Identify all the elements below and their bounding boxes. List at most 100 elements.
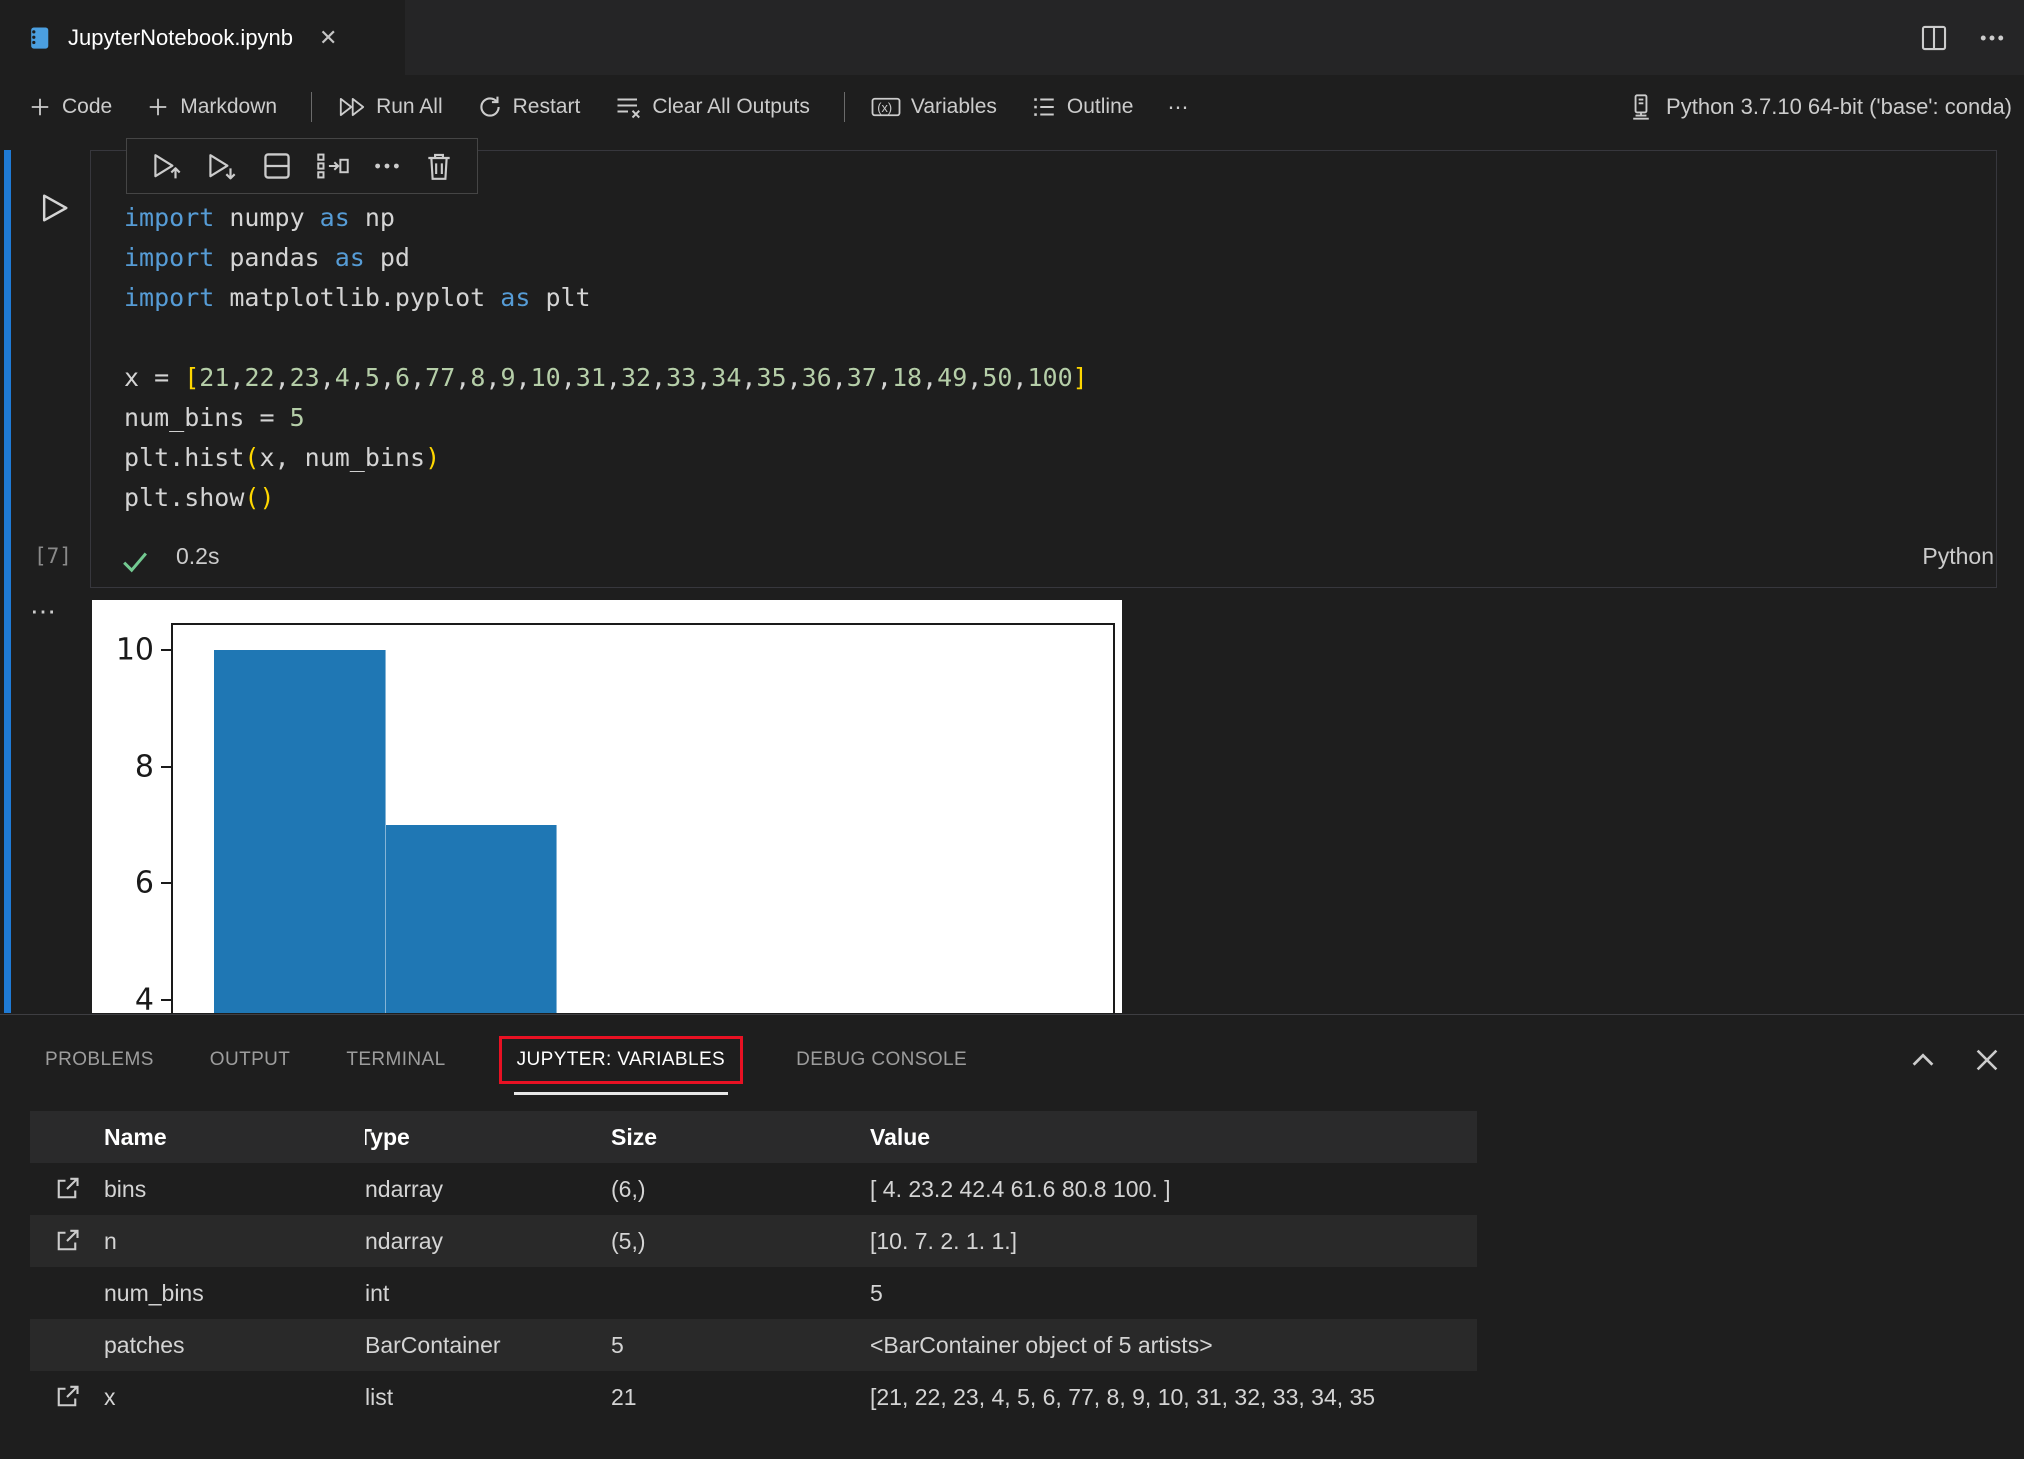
y-tick-mark (161, 998, 171, 1001)
column-header-name[interactable]: Name (104, 1124, 365, 1151)
panel-tab-problems[interactable]: PROBLEMS (45, 1049, 154, 1071)
run-all-button[interactable]: Run All (338, 95, 443, 119)
code-line[interactable]: plt.hist(x, num_bins) (124, 438, 1088, 478)
tab-close-button[interactable]: ✕ (319, 25, 337, 51)
code-line[interactable]: plt.show() (124, 478, 1088, 518)
editor-actions (1920, 0, 2006, 75)
variables-table-body: bins ndarray (6,) [ 4. 23.2 42.4 61.6 80.8 … (30, 1163, 1477, 1423)
add-markdown-label: Markdown (180, 95, 278, 118)
close-panel-button[interactable] (1972, 1045, 2002, 1075)
variables-button[interactable]: (x) Variables (871, 95, 997, 119)
output-more-actions-button[interactable]: ⋯ (30, 596, 58, 627)
y-tick-mark (161, 765, 171, 768)
open-in-data-viewer-button[interactable] (30, 1382, 104, 1412)
panel-actions (1908, 1015, 2002, 1105)
panel-tabs: PROBLEMS OUTPUT TERMINAL JUPYTER: VARIABLES… (45, 1015, 967, 1105)
active-tab-underline (513, 1092, 729, 1095)
panel-tab-debug-console[interactable]: DEBUG CONSOLE (796, 1049, 967, 1071)
variable-type: int (365, 1279, 390, 1306)
restart-label: Restart (512, 95, 581, 118)
panel-tab-output[interactable]: OUTPUT (210, 1049, 291, 1071)
outline-button[interactable]: Outline (1031, 95, 1133, 119)
cell-more-actions-button[interactable] (372, 151, 402, 181)
toolbar-more-button[interactable]: ⋯ (1167, 95, 1188, 120)
variable-value: [ 4. 23.2 42.4 61.6 80.8 100. ] (870, 1175, 1171, 1202)
cell-language-picker[interactable]: Python (1922, 543, 1994, 570)
execute-above-cells-button[interactable] (150, 149, 184, 183)
code-lines[interactable]: import numpy as np import pandas as pd imp… (124, 198, 1088, 518)
variable-name: bins (104, 1175, 147, 1202)
variable-type: list (365, 1383, 394, 1410)
open-in-data-viewer-button[interactable] (30, 1226, 104, 1256)
toolbar-separator (843, 92, 845, 122)
maximize-panel-button[interactable] (1908, 1045, 1938, 1075)
restart-icon (477, 94, 503, 120)
y-tick-label: 6 (134, 865, 154, 901)
open-in-data-viewer-button[interactable] (30, 1174, 104, 1204)
variable-row-n[interactable]: n ndarray (5,) [10. 7. 2. 1. 1.] (30, 1215, 1477, 1267)
kernel-icon (1628, 93, 1654, 121)
vscode-window: JupyterNotebook.ipynb ✕ Code Markdown Ru… (0, 0, 2024, 1459)
variable-type: ndarray (365, 1175, 443, 1202)
toolbar-separator (311, 92, 313, 122)
tab-jupyternotebook[interactable]: JupyterNotebook.ipynb ✕ (0, 0, 405, 75)
clear-all-outputs-button[interactable]: Clear All Outputs (614, 95, 810, 119)
variable-size: (5,) (611, 1227, 646, 1254)
cell-status-bar: [7] 0.2s Python (0, 538, 2024, 582)
clear-outputs-label: Clear All Outputs (652, 95, 810, 118)
more-actions-button[interactable] (1978, 24, 2006, 52)
split-cell-button[interactable] (261, 150, 293, 182)
variables-table-header: Name ▲Type Size Value (30, 1111, 1477, 1163)
bottom-panel: PROBLEMS OUTPUT TERMINAL JUPYTER: VARIABLES… (0, 1014, 2024, 1459)
variable-size: 5 (611, 1331, 624, 1358)
variable-row-patches[interactable]: patches BarContainer 5 <BarContainer object… (30, 1319, 1477, 1371)
add-code-cell-button[interactable]: Code (28, 95, 112, 119)
execution-duration: 0.2s (176, 543, 220, 569)
execute-cell-and-below-button[interactable] (205, 149, 239, 183)
tab-bar: JupyterNotebook.ipynb ✕ (0, 0, 2024, 75)
split-editor-button[interactable] (1920, 24, 1948, 52)
convert-cell-button[interactable] (315, 151, 351, 181)
notebook-file-icon (26, 25, 52, 51)
variable-name: patches (104, 1331, 185, 1358)
execution-count: [7] (34, 544, 72, 568)
y-tick-label: 8 (134, 749, 154, 785)
clear-outputs-icon (614, 95, 642, 119)
code-line[interactable]: x = [21,22,23,4,5,6,77,8,9,10,31,32,33,3… (124, 358, 1088, 398)
delete-cell-button[interactable] (424, 150, 454, 182)
variable-row-x[interactable]: x list 21 [21, 22, 23, 4, 5, 6, 77, 8, 9, 1… (30, 1371, 1477, 1423)
column-header-value[interactable]: Value (870, 1124, 1477, 1151)
variable-row-num_bins[interactable]: num_bins int 5 (30, 1267, 1477, 1319)
restart-button[interactable]: Restart (477, 94, 581, 120)
run-cell-button[interactable] (36, 190, 72, 226)
success-check-icon (120, 546, 150, 576)
variable-size: 21 (611, 1383, 637, 1410)
variables-label: Variables (910, 95, 997, 118)
code-line[interactable]: num_bins = 5 (124, 398, 1088, 438)
run-all-label: Run All (376, 95, 443, 118)
y-tick-label: 10 (115, 632, 154, 668)
kernel-picker-button[interactable]: Python 3.7.10 64-bit ('base': conda) (1628, 75, 2012, 139)
variable-name: num_bins (104, 1279, 204, 1306)
variable-value: [21, 22, 23, 4, 5, 6, 77, 8, 9, 10, 31, … (870, 1383, 1376, 1410)
code-line[interactable]: import numpy as np (124, 198, 1088, 238)
panel-tab-terminal[interactable]: TERMINAL (346, 1049, 445, 1071)
y-tick-mark (161, 649, 171, 651)
panel-tab-jupyter-variables[interactable]: JUPYTER: VARIABLES (498, 1036, 744, 1095)
outline-icon (1031, 95, 1057, 119)
kernel-label: Python 3.7.10 64-bit ('base': conda) (1666, 94, 2012, 119)
code-line[interactable]: import pandas as pd (124, 238, 1088, 278)
code-line[interactable]: import matplotlib.pyplot as plt (124, 278, 1088, 318)
add-markdown-cell-button[interactable]: Markdown (146, 95, 277, 119)
variable-value: [10. 7. 2. 1. 1.] (870, 1227, 1018, 1254)
variable-name: x (104, 1383, 116, 1410)
column-header-type[interactable]: ▲Type (365, 1124, 611, 1151)
tab-title: JupyterNotebook.ipynb (68, 24, 294, 50)
column-header-size[interactable]: Size (611, 1124, 870, 1151)
run-all-icon (338, 95, 366, 119)
variables-table: Name ▲Type Size Value bins ndarray (6,) [ 4… (30, 1111, 1477, 1423)
plus-icon (28, 95, 52, 119)
code-line[interactable] (124, 318, 1088, 358)
svg-text:(x): (x) (877, 100, 892, 115)
variable-row-bins[interactable]: bins ndarray (6,) [ 4. 23.2 42.4 61.6 80.8 … (30, 1163, 1477, 1215)
